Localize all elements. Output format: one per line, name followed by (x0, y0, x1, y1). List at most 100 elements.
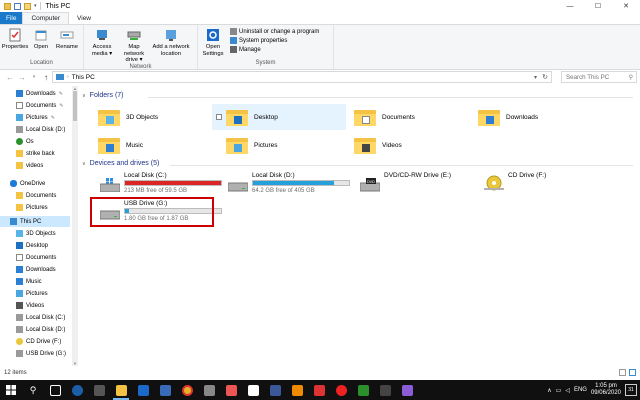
close-button[interactable]: ✕ (612, 0, 640, 12)
language-indicator[interactable]: ENG (574, 387, 587, 393)
nav-item-3d-objects[interactable]: 3D Objects (0, 228, 70, 239)
taskbar-chrome[interactable] (176, 380, 198, 400)
notification-center-button[interactable]: 31 (625, 384, 637, 396)
folder-desktop[interactable]: Desktop (212, 104, 346, 130)
open-button[interactable]: Open (29, 28, 53, 51)
add-network-location-button[interactable]: Add a network location (151, 28, 191, 57)
nav-item-videos[interactable]: videos (0, 160, 70, 171)
nav-item-documents[interactable]: Documents ✎ (0, 100, 70, 111)
folder-documents[interactable]: Documents (354, 104, 488, 130)
folder-pictures[interactable]: Pictures (226, 132, 360, 158)
nav-item-music[interactable]: Music (0, 276, 70, 287)
nav-item-onedrive[interactable]: OneDrive (0, 178, 70, 189)
map-network-drive-button[interactable]: Map network drive ▾ (119, 28, 149, 64)
nav-item-documents-pc[interactable]: Documents (0, 252, 70, 263)
nav-item-this-pc[interactable]: This PC (0, 216, 70, 227)
nav-item-videos-pc[interactable]: Videos (0, 300, 70, 311)
large-icons-view-icon[interactable] (629, 369, 636, 376)
chevron-up-icon[interactable]: ∧ (547, 387, 551, 394)
nav-item-local-disk-d-pc[interactable]: Local Disk (D:) (0, 324, 70, 335)
tab-computer[interactable]: Computer (22, 12, 70, 24)
taskbar-app-10[interactable] (352, 380, 374, 400)
chevron-down-icon[interactable]: ▾ (534, 74, 537, 81)
taskbar-app-8[interactable] (264, 380, 286, 400)
nav-item-desktop[interactable]: Desktop (0, 240, 70, 251)
search-input[interactable] (566, 73, 626, 81)
minimize-button[interactable]: — (556, 0, 584, 12)
drive-cd-f[interactable]: CD Drive (F:) (478, 172, 612, 200)
start-button[interactable] (0, 380, 22, 400)
folder-downloads[interactable]: Downloads (478, 104, 612, 130)
chevron-down-icon[interactable]: ∨ (82, 93, 86, 99)
tab-file[interactable]: File (0, 12, 23, 24)
devices-header[interactable]: ∨ Devices and drives (5) (82, 160, 159, 167)
details-view-icon[interactable] (619, 369, 626, 376)
recent-locations-button[interactable]: ▾ (28, 71, 40, 83)
nav-item-downloads-pc[interactable]: Downloads (0, 264, 70, 275)
folder-videos[interactable]: Videos (354, 132, 488, 158)
drive-dvd-cd-rw[interactable]: DVD DVD/CD-RW Drive (E:) (354, 172, 488, 200)
rename-button[interactable]: Rename (55, 28, 79, 51)
folders-header[interactable]: ∨ Folders (7) (82, 92, 124, 99)
uninstall-program-link[interactable]: Uninstall or change a program (230, 28, 319, 35)
nav-item-strike-back[interactable]: strike back (0, 148, 70, 159)
nav-item-local-disk-d[interactable]: Local Disk (D:) (0, 124, 70, 135)
drive-local-disk-c[interactable]: Local Disk (C:) 213 MB free of 59.5 GB (94, 172, 228, 200)
tab-view[interactable]: View (69, 12, 99, 24)
task-view-button[interactable] (44, 380, 66, 400)
nav-item-label: Documents (26, 192, 57, 199)
manage-link[interactable]: Manage (230, 46, 319, 53)
network-icon[interactable]: ▭ (556, 387, 562, 394)
pin-icon[interactable]: ✎ (51, 115, 55, 121)
taskbar-file-explorer[interactable] (110, 380, 132, 400)
pin-icon[interactable]: ✎ (59, 91, 63, 97)
chevron-down-icon[interactable]: ▾ (34, 3, 37, 9)
folder-icon[interactable] (4, 2, 11, 10)
nav-item-local-disk-c[interactable]: Local Disk (C:) (0, 312, 70, 323)
nav-item-pictures-pc[interactable]: Pictures (0, 288, 70, 299)
nav-item-label: Downloads (26, 90, 56, 97)
search-button[interactable]: ⚲ (22, 380, 44, 400)
back-button[interactable]: ← (4, 71, 16, 83)
taskbar-app-5[interactable] (198, 380, 220, 400)
taskbar-app-9[interactable] (308, 380, 330, 400)
search-box[interactable]: ⚲ (561, 71, 637, 83)
folder-icon (115, 384, 127, 396)
nav-item-onedrive-pictures[interactable]: Pictures (0, 202, 70, 213)
nav-item-usb-drive[interactable]: USB Drive (G:) (0, 348, 70, 359)
taskbar-app-4[interactable] (154, 380, 176, 400)
drive-local-disk-d[interactable]: Local Disk (D:) 64.2 GB free of 405 GB (222, 172, 356, 200)
new-folder-icon[interactable] (24, 2, 31, 10)
forward-button[interactable]: → (16, 71, 28, 83)
taskbar-app-3[interactable] (132, 380, 154, 400)
folder-music[interactable]: Music (98, 132, 232, 158)
taskbar-vlc[interactable] (286, 380, 308, 400)
nav-item-downloads[interactable]: Downloads ✎ (0, 88, 70, 99)
address-field[interactable]: › This PC ▾ ↻ (52, 71, 552, 83)
properties-icon[interactable] (14, 2, 21, 10)
access-media-button[interactable]: Access media ▾ (87, 28, 117, 57)
nav-item-cd-drive[interactable]: CD Drive (F:) (0, 336, 70, 347)
properties-button[interactable]: Properties (2, 28, 28, 51)
up-button[interactable]: ↑ (40, 71, 52, 83)
volume-icon[interactable]: ◁ (565, 387, 570, 394)
nav-item-onedrive-documents[interactable]: Documents (0, 190, 70, 201)
select-checkbox[interactable] (216, 114, 222, 120)
refresh-icon[interactable]: ↻ (542, 73, 548, 81)
maximize-button[interactable]: ☐ (584, 0, 612, 12)
taskbar-app-11[interactable] (374, 380, 396, 400)
system-properties-link[interactable]: System properties (230, 37, 319, 44)
scroll-thumb[interactable] (73, 91, 77, 121)
pin-icon[interactable]: ✎ (59, 103, 63, 109)
taskbar-app-2[interactable] (88, 380, 110, 400)
taskbar-app-1[interactable] (66, 380, 88, 400)
taskbar-app-12[interactable] (396, 380, 418, 400)
taskbar-app-6[interactable] (220, 380, 242, 400)
clock[interactable]: 1:05 pm 09/06/2020 (591, 383, 621, 397)
nav-item-os[interactable]: Os (0, 136, 70, 147)
nav-item-pictures[interactable]: Pictures ✎ (0, 112, 70, 123)
chevron-down-icon[interactable]: ∨ (82, 161, 86, 167)
open-settings-button[interactable]: Open Settings (201, 28, 225, 57)
taskbar-app-7[interactable] (242, 380, 264, 400)
taskbar-opera[interactable] (330, 380, 352, 400)
